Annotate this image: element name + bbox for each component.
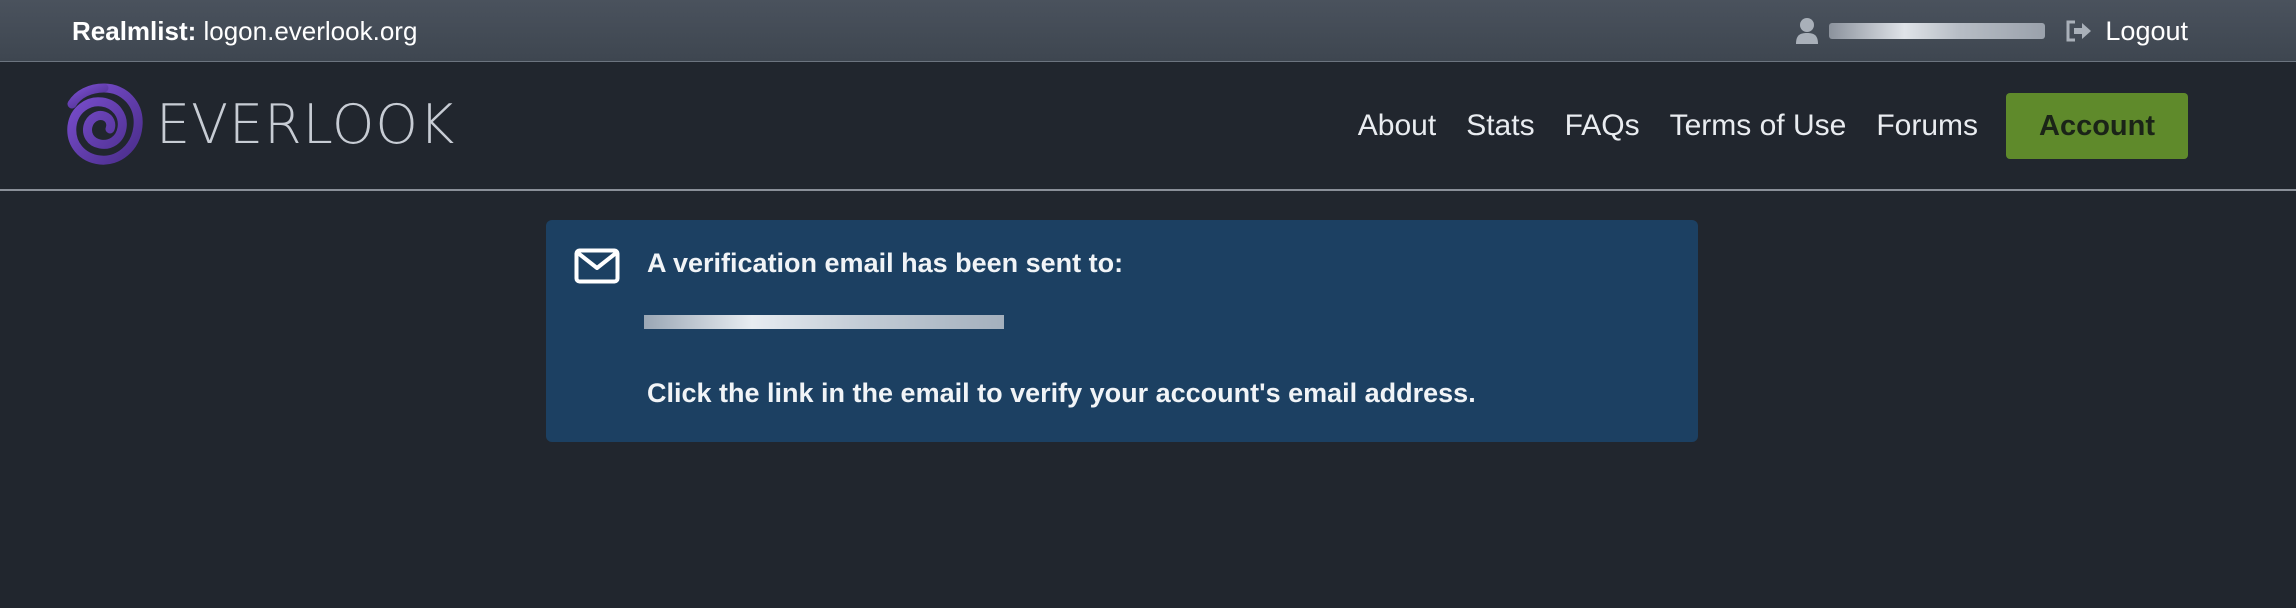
nav-links: About Stats FAQs Terms of Use Forums Acc… xyxy=(1328,93,2188,159)
user-area: Logout xyxy=(1795,12,2188,50)
brand-name: EVERLOOK xyxy=(156,92,456,156)
top-bar: Realmlist: logon.everlook.org Logout xyxy=(0,0,2296,62)
alert-title: A verification email has been sent to: xyxy=(647,248,1124,278)
account-button[interactable]: Account xyxy=(2006,93,2188,159)
email-redacted xyxy=(644,315,1004,329)
username-redacted[interactable] xyxy=(1829,23,2046,39)
user-icon xyxy=(1795,17,1819,45)
logout-link[interactable]: Logout xyxy=(2105,16,2188,47)
nav-link-forums[interactable]: Forums xyxy=(1876,109,1978,143)
realmlist-value: logon.everlook.org xyxy=(196,16,418,46)
verification-alert: A verification email has been sent to: C… xyxy=(546,220,1698,442)
nav-link-faqs[interactable]: FAQs xyxy=(1565,109,1640,143)
nav-link-about[interactable]: About xyxy=(1358,109,1436,143)
realmlist-info: Realmlist: logon.everlook.org xyxy=(72,15,417,47)
realmlist-label: Realmlist: xyxy=(72,16,197,46)
envelope-icon xyxy=(574,248,620,284)
alert-message: Click the link in the email to verify yo… xyxy=(647,378,1476,408)
nav-link-terms-of-use[interactable]: Terms of Use xyxy=(1670,109,1847,143)
nav-link-stats[interactable]: Stats xyxy=(1466,109,1534,143)
everlook-logo-icon xyxy=(64,82,144,166)
brand-home-link[interactable]: EVERLOOK xyxy=(64,82,455,166)
sign-out-icon[interactable] xyxy=(2065,19,2093,43)
main-navbar: EVERLOOK About Stats FAQs Terms of Use F… xyxy=(0,62,2296,191)
